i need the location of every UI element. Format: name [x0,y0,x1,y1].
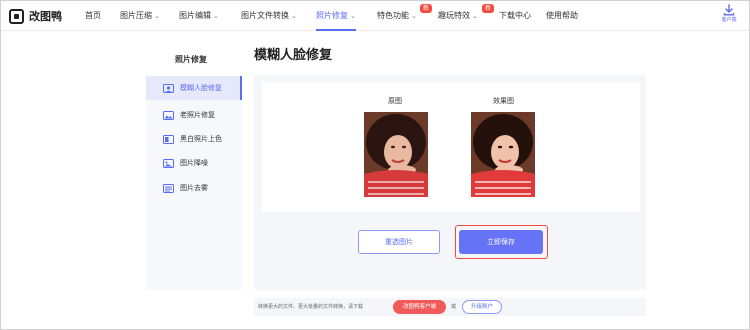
chevron-down-icon: ⌄ [213,12,219,20]
sidebar-item-label: 老照片修复 [180,111,215,119]
client-label: 客户端 [721,17,737,23]
sidebar-item-label: 模糊人脸修复 [180,84,222,92]
new-badge: 新 [482,4,494,13]
nav-image-edit-label: 图片编辑 [179,11,211,20]
nav-fun-effects-label: 趣玩特效 [438,11,470,20]
nav-special-features-label: 特色功能 [377,11,409,20]
face-restore-icon [163,83,174,93]
nav-help[interactable]: 使用帮助 [546,1,578,31]
chevron-down-icon: ⌄ [411,12,417,20]
denoise-icon [163,158,174,168]
result-photo [471,112,535,197]
nav-home-label: 首页 [85,11,101,20]
upgrade-account-button[interactable]: 升级账户 [462,300,502,314]
sidebar-item-dehaze[interactable]: 图片去雾 [146,176,242,200]
sidebar-item-old-photo[interactable]: 老照片修复 [146,103,242,127]
page-title: 模糊人脸修复 [254,48,333,63]
download-client-button[interactable]: 改图鸭客户端 [393,300,446,314]
new-badge: 新 [420,4,432,13]
logo[interactable]: 改图鸭 [9,8,62,24]
sidebar-item-colorize[interactable]: 黑白照片上色 [146,127,242,151]
nav-image-compress[interactable]: 图片压缩 ⌄ [120,1,160,31]
original-label: 原图 [388,97,402,105]
dehaze-icon [163,183,174,193]
download-icon [723,4,735,16]
nav-download-center[interactable]: 下载中心 [499,1,531,31]
nav-download-center-label: 下载中心 [499,11,531,20]
photo-restore-icon [163,110,174,120]
original-photo [364,112,428,197]
top-navbar: 改图鸭 首页 图片压缩 ⌄ 图片编辑 ⌄ 图片文件转换 ⌄ 照片修复 ⌄ 特色功能 ⌄ 新… [1,1,749,31]
client-download-button[interactable]: 客户端 [715,4,743,23]
nav-home[interactable]: 首页 [85,1,101,31]
sidebar-item-label: 图片降噪 [180,159,208,167]
nav-fun-effects[interactable]: 趣玩特效 ⌄ [438,1,478,31]
footer-prompt: 转换更大的文件、更大批量的文件转换，请下载 [258,304,364,310]
sidebar-item-label: 黑白照片上色 [180,135,222,143]
reselect-image-button[interactable]: 重选图片 [358,230,440,254]
sidebar-item-face-restore[interactable]: 模糊人脸修复 [146,76,242,100]
logo-icon [9,8,24,24]
logo-text: 改图鸭 [29,10,62,23]
nav-photo-restore-label: 照片修复 [316,11,348,20]
sidebar: 模糊人脸修复 老照片修复 黑白照片上色 图片降噪 图片去雾 [146,76,242,290]
chevron-down-icon: ⌄ [350,12,356,20]
nav-image-edit[interactable]: 图片编辑 ⌄ [179,1,219,31]
chevron-down-icon: ⌄ [472,12,478,20]
sidebar-title: 照片修复 [175,55,207,64]
save-now-button[interactable]: 立即保存 [459,230,543,254]
chevron-down-icon: ⌄ [291,12,297,20]
footer-or: 或 [451,304,457,310]
chevron-down-icon: ⌄ [154,12,160,20]
nav-file-convert[interactable]: 图片文件转换 ⌄ [241,1,297,31]
nav-image-compress-label: 图片压缩 [120,11,152,20]
nav-special-features[interactable]: 特色功能 ⌄ [377,1,417,31]
nav-photo-restore[interactable]: 照片修复 ⌄ [316,1,356,31]
sidebar-item-label: 图片去雾 [180,184,208,192]
nav-help-label: 使用帮助 [546,11,578,20]
colorize-icon [163,134,174,144]
sidebar-item-denoise[interactable]: 图片降噪 [146,151,242,175]
result-label: 效果图 [493,97,514,105]
preview-area [262,82,640,212]
nav-file-convert-label: 图片文件转换 [241,11,289,20]
